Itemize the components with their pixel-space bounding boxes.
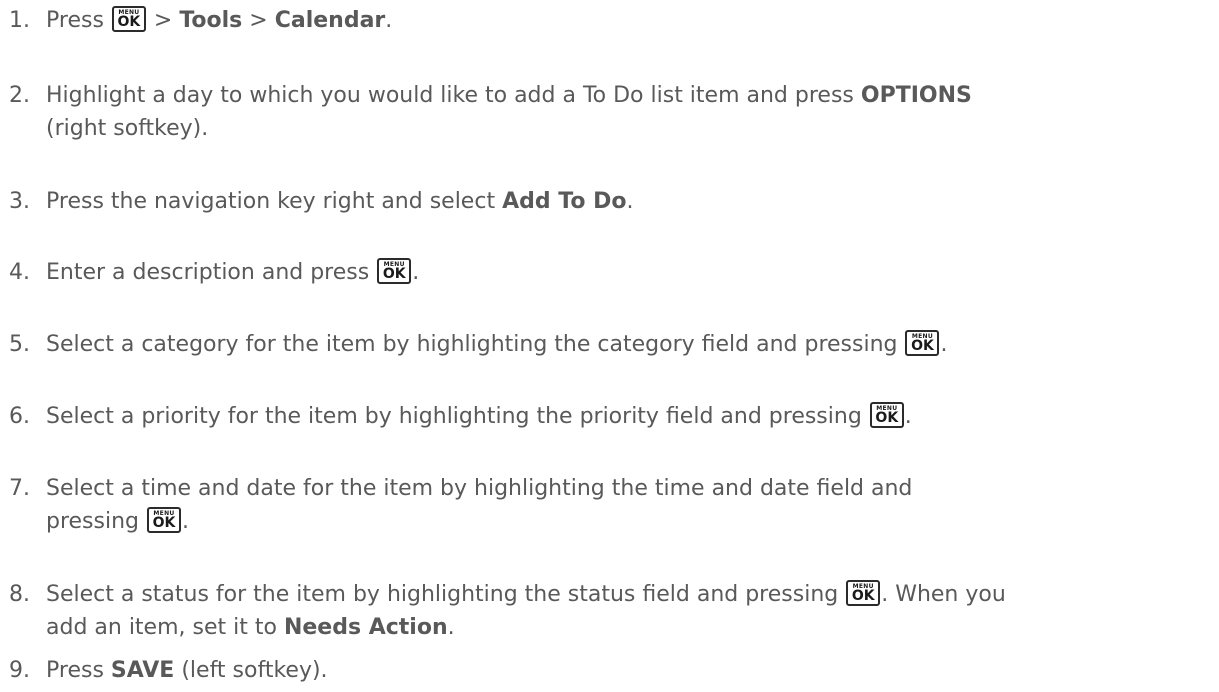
step-number: 7. — [9, 476, 30, 501]
step-text: Press SAVE (left softkey). — [46, 658, 328, 683]
ok-key-label: OK — [911, 338, 934, 354]
bold-term: Tools — [179, 8, 243, 33]
step-text: Highlight a day to which you would like … — [46, 83, 972, 141]
ok-key-label: OK — [152, 515, 176, 531]
ok-key-label: OK — [851, 588, 875, 604]
bold-term: SAVE — [110, 658, 175, 683]
step-text: Select a status for the item by highligh… — [46, 580, 1006, 640]
step-number: 4. — [9, 260, 30, 285]
ok-key-label: OK — [382, 266, 406, 282]
step-number: 3. — [9, 189, 30, 214]
menu-ok-key-icon: MENU OK — [377, 258, 412, 284]
step-number: 5. — [9, 332, 30, 357]
bold-term: OPTIONS — [860, 83, 972, 108]
menu-ok-key-icon: MENU OK — [846, 580, 881, 606]
ok-key-label: OK — [117, 14, 141, 30]
step-number: 2. — [9, 83, 30, 108]
step-number: 8. — [9, 582, 30, 607]
step-number: 1. — [9, 8, 30, 33]
step-text: Press the navigation key right and selec… — [46, 189, 634, 214]
menu-ok-key-icon: MENU OK — [111, 6, 146, 32]
step-text: Select a category for the item by highli… — [46, 330, 948, 357]
menu-ok-key-icon: MENU OK — [869, 402, 904, 428]
bold-term: Needs Action — [283, 615, 448, 640]
step-number: 9. — [9, 658, 30, 683]
step-number: 6. — [9, 404, 30, 429]
step-text: Press MENU OK > Tools > Calendar. — [46, 6, 393, 33]
menu-ok-key-icon: MENU OK — [147, 507, 181, 533]
menu-ok-key-icon: MENU OK — [905, 330, 940, 356]
ok-key-label: OK — [875, 410, 899, 426]
bold-term: Add To Do — [502, 189, 627, 214]
step-text: Select a priority for the item by highli… — [46, 402, 912, 429]
bold-term: Calendar — [274, 8, 386, 33]
step-text: Select a time and date for the item by h… — [46, 476, 913, 534]
step-text: Enter a description and press MENU OK. — [46, 258, 420, 285]
